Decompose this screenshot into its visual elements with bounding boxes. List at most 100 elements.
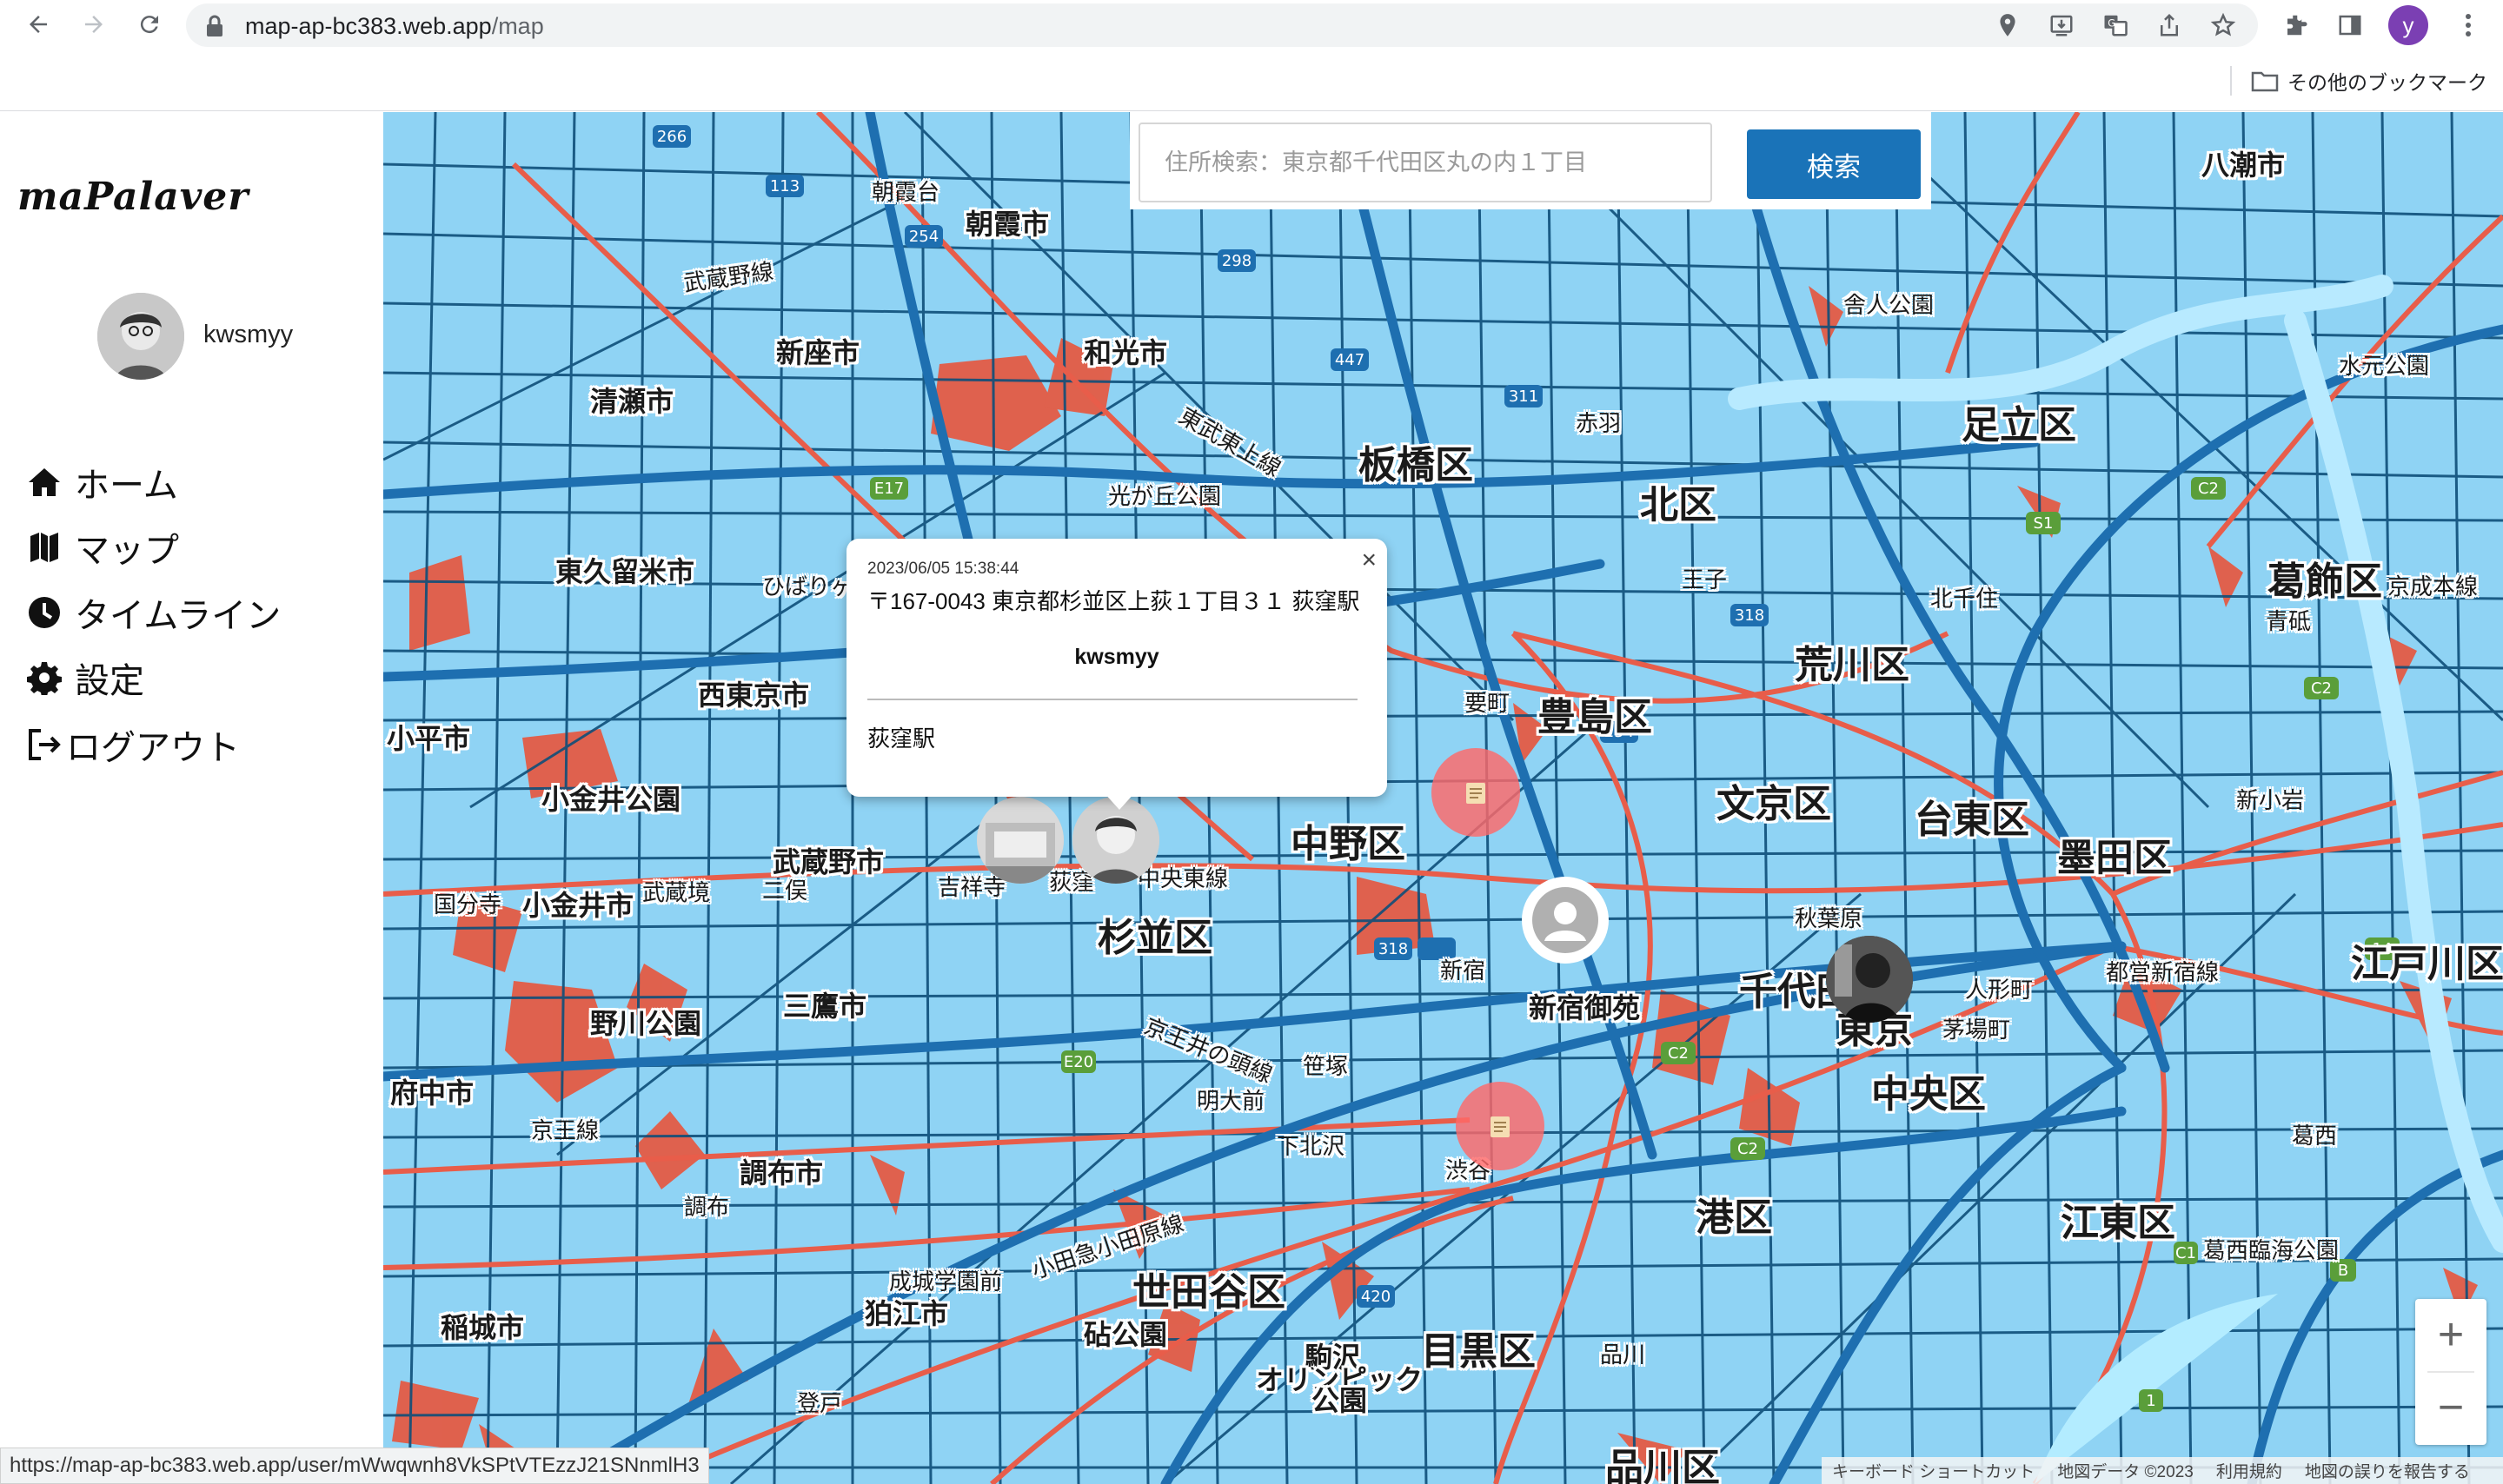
photo-thumbnail [977, 797, 1064, 884]
map-label: 新宿 [1440, 957, 1486, 984]
share-icon[interactable] [2152, 8, 2187, 43]
map-label: 東久留米市 [555, 556, 695, 587]
map-label: 朝霞台 [872, 179, 940, 205]
map-label: 荒川区 [1795, 644, 1909, 686]
popup-tail [1104, 792, 1135, 810]
map-label: 朝霞市 [966, 209, 1050, 240]
sidebar-item-logout[interactable]: ログアウト [26, 720, 240, 769]
terms-link[interactable]: 利用規約 [2216, 1459, 2282, 1482]
gear-icon [26, 659, 63, 696]
map-label: 西東京市 [698, 679, 810, 711]
map-label: 下北沢 [1277, 1133, 1345, 1159]
svg-text:1: 1 [2146, 1392, 2155, 1410]
extensions-icon[interactable] [2279, 8, 2314, 43]
location-icon[interactable] [1990, 8, 2025, 43]
zoom-controls: + − [2415, 1299, 2486, 1445]
search-panel: 検索 [1130, 112, 1931, 209]
map-label: 狛江市 [865, 1298, 949, 1329]
bookmark-star-icon[interactable] [2206, 8, 2241, 43]
avatar[interactable] [97, 293, 184, 380]
close-icon[interactable]: × [1361, 546, 1377, 575]
sidebar-item-label: 設定 [75, 662, 144, 700]
map-label: 二俣 [762, 878, 808, 904]
sidebar-item-home[interactable]: ホーム [26, 458, 178, 507]
search-button[interactable]: 検索 [1747, 129, 1921, 199]
map-label: 都営新宿線 [2106, 959, 2220, 985]
profile-avatar[interactable]: y [2388, 5, 2428, 45]
note-icon [1491, 1116, 1510, 1137]
back-button[interactable] [21, 7, 56, 42]
map-label: 和光市 [1084, 337, 1168, 368]
post-marker[interactable] [1456, 1082, 1544, 1170]
map-canvas[interactable]: 266 113 254 298 447 311 318 254 318 420 … [383, 112, 2503, 1484]
map-label: 公園 [1311, 1385, 1368, 1416]
popup-username[interactable]: kwsmyy [847, 645, 1387, 670]
install-icon[interactable] [2044, 8, 2079, 43]
search-input[interactable] [1139, 123, 1712, 202]
map-label: 清瀬市 [590, 386, 674, 417]
zoom-in-button[interactable]: + [2415, 1299, 2486, 1370]
svg-text:298: 298 [1222, 252, 1252, 270]
svg-text:254: 254 [909, 228, 939, 246]
status-url-tooltip: https://map-ap-bc383.web.app/user/mWwqwn… [0, 1448, 709, 1484]
map-label: 板橋区 [1358, 444, 1473, 487]
side-panel-icon[interactable] [2333, 8, 2367, 43]
map-label: 葛西 [2292, 1123, 2338, 1149]
map-label: 小平市 [387, 723, 471, 754]
user-photo-marker[interactable] [977, 797, 1064, 884]
svg-text:S1: S1 [2034, 514, 2054, 533]
bookmarks-divider [2230, 66, 2232, 96]
keyboard-shortcuts-link[interactable]: キーボード ショートカット [1832, 1459, 2035, 1482]
map-label: 稲城市 [441, 1312, 525, 1343]
popup-address: 〒167-0043 東京都杉並区上荻１丁目３１ 荻窪駅 [867, 588, 1360, 614]
map-label: 台東区 [1915, 798, 2029, 841]
map-label: 府中市 [390, 1077, 475, 1109]
user-avatar-marker[interactable] [1072, 797, 1159, 884]
svg-text:113: 113 [770, 177, 800, 195]
map-label: 調布 [684, 1194, 730, 1220]
report-error-link[interactable]: 地図の誤りを報告する [2305, 1459, 2470, 1482]
popup-timestamp: 2023/06/05 15:38:44 [867, 560, 1019, 578]
home-icon [26, 464, 63, 500]
sidebar-item-label: マップ [75, 532, 179, 570]
map-label: 新座市 [776, 337, 860, 368]
map-label: 調布市 [740, 1157, 824, 1189]
map-label: 港区 [1696, 1196, 1772, 1239]
sidebar-item-timeline[interactable]: タイムライン [26, 588, 281, 637]
map-label: 新宿御苑 [1529, 992, 1641, 1024]
svg-text:447: 447 [1335, 351, 1364, 369]
svg-text:318: 318 [1378, 940, 1408, 958]
map-label: 登戸 [797, 1390, 843, 1416]
svg-text:C2: C2 [1737, 1140, 1758, 1158]
info-window: × 2023/06/05 15:38:44 〒167-0043 東京都杉並区上荻… [847, 539, 1387, 797]
clock-icon [26, 594, 63, 631]
post-marker[interactable] [1431, 748, 1520, 837]
sidebar-item-map[interactable]: マップ [26, 523, 179, 572]
map-label: 国分寺 [434, 891, 502, 918]
translate-icon[interactable]: G [2098, 8, 2133, 43]
other-bookmarks[interactable]: その他のブックマーク [2251, 66, 2487, 96]
map-label: 目黒区 [1421, 1330, 1536, 1373]
map-label: 小金井公園 [541, 784, 681, 815]
svg-text:311: 311 [1509, 388, 1538, 406]
default-user-marker[interactable] [1522, 877, 1609, 964]
sidebar-item-settings[interactable]: 設定 [26, 653, 144, 702]
url-text: map-ap-bc383.web.app/map [245, 13, 544, 40]
map-label: 葛西臨海公園 [2203, 1237, 2340, 1263]
app-logo[interactable]: maPalaver [17, 175, 249, 219]
map-label: 秋葉原 [1795, 905, 1863, 931]
map-label: 野川公園 [590, 1008, 702, 1039]
map-label: 中野区 [1291, 823, 1405, 865]
person-icon [1532, 887, 1598, 953]
user-photo [97, 293, 184, 380]
chrome-menu-icon[interactable] [2451, 8, 2486, 43]
user-photo-marker[interactable] [1826, 936, 1913, 1023]
reload-button[interactable] [132, 7, 167, 42]
map-label: 江戸川区 [2351, 943, 2503, 985]
svg-text:C2: C2 [1668, 1044, 1689, 1063]
svg-text:E20: E20 [1064, 1053, 1093, 1071]
zoom-out-button[interactable]: − [2415, 1372, 2486, 1443]
address-bar[interactable]: map-ap-bc383.web.app/map [186, 3, 2258, 47]
forward-button[interactable] [76, 7, 111, 42]
sidebar-username[interactable]: kwsmyy [203, 321, 293, 349]
